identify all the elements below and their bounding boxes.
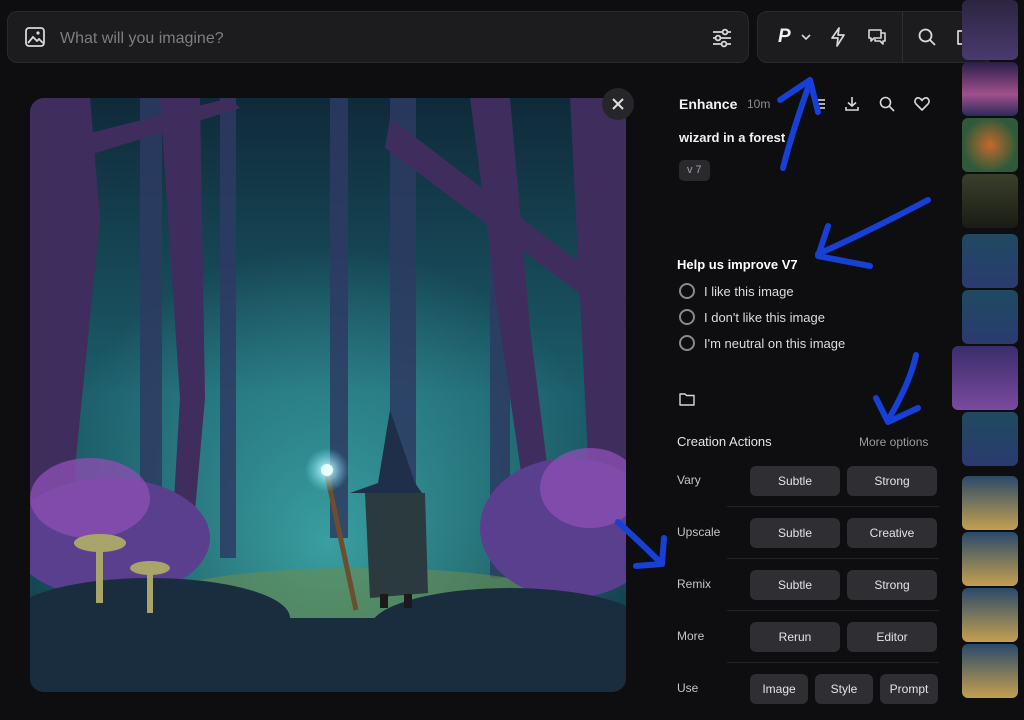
use-image-button[interactable]: Image <box>750 674 808 704</box>
remix-subtle-button[interactable]: Subtle <box>750 570 840 600</box>
row-divider <box>727 558 939 559</box>
image-detail-panel: Enhance 10m wizard in a forest v 7 Help … <box>665 80 955 720</box>
action-row-more: More Rerun Editor <box>677 617 939 663</box>
download-icon[interactable] <box>843 95 861 113</box>
row-divider <box>727 610 939 611</box>
vary-subtle-button[interactable]: Subtle <box>750 466 840 496</box>
lightning-bolt-icon[interactable] <box>827 26 849 48</box>
upscale-subtle-button[interactable]: Subtle <box>750 518 840 548</box>
search-icon[interactable] <box>917 27 937 47</box>
thumbnail[interactable] <box>962 62 1018 116</box>
action-row-label: Vary <box>677 473 701 487</box>
prompt-input[interactable] <box>58 24 682 54</box>
remix-strong-button[interactable]: Strong <box>847 570 937 600</box>
editor-button[interactable]: Editor <box>847 622 937 652</box>
personalize-button[interactable]: P <box>778 26 791 48</box>
thumbnail[interactable] <box>962 412 1018 466</box>
thumbnail[interactable] <box>962 174 1018 228</box>
feedback-option-label: I don't like this image <box>704 309 825 325</box>
action-row-upscale: Upscale Subtle Creative <box>677 513 939 559</box>
toolbar-divider <box>902 12 903 62</box>
thumbnail[interactable] <box>962 234 1018 288</box>
folder-icon[interactable] <box>679 392 695 406</box>
generated-image[interactable] <box>30 98 626 692</box>
prompt-text[interactable]: wizard in a forest <box>679 130 785 145</box>
action-row-label: Remix <box>677 577 712 591</box>
action-row-label: Upscale <box>677 525 721 539</box>
thumbnail-strip <box>952 0 1024 718</box>
radio-circle[interactable] <box>679 283 695 299</box>
action-row-label: Use <box>677 681 699 695</box>
thumbnail[interactable] <box>962 0 1018 60</box>
thumbnail[interactable] <box>962 588 1018 642</box>
chat-icon[interactable] <box>866 26 888 48</box>
action-row-use: Use Image Style Prompt <box>677 669 939 709</box>
close-button[interactable] <box>602 88 634 120</box>
rerun-button[interactable]: Rerun <box>750 622 840 652</box>
use-prompt-button[interactable]: Prompt <box>880 674 938 704</box>
image-upload-icon[interactable] <box>24 26 46 48</box>
feedback-option-neutral[interactable]: I'm neutral on this image <box>679 335 845 351</box>
settings-sliders-icon[interactable] <box>710 26 734 50</box>
version-badge: v 7 <box>679 160 710 181</box>
chevron-down-icon[interactable] <box>801 32 811 42</box>
menu-icon[interactable] <box>813 97 827 111</box>
close-icon <box>612 98 624 110</box>
creation-actions-title: Creation Actions <box>677 434 772 449</box>
feedback-option-label: I like this image <box>704 283 794 299</box>
radio-circle[interactable] <box>679 335 695 351</box>
toolbar: P <box>757 11 993 63</box>
search-icon[interactable] <box>878 95 896 113</box>
thumbnail[interactable] <box>962 476 1018 530</box>
upscale-creative-button[interactable]: Creative <box>847 518 937 548</box>
more-options-link[interactable]: More options <box>859 435 928 449</box>
row-divider <box>727 662 939 663</box>
action-row-label: More <box>677 629 705 643</box>
thumbnail[interactable] <box>962 290 1018 344</box>
feedback-option-like[interactable]: I like this image <box>679 283 794 299</box>
feedback-option-label: I'm neutral on this image <box>704 335 846 351</box>
annotation-arrow <box>633 535 667 569</box>
thumbnail[interactable] <box>962 644 1018 698</box>
thumbnail[interactable] <box>962 532 1018 586</box>
thumbnail[interactable] <box>952 346 1018 410</box>
job-title: Enhance <box>679 96 738 112</box>
vary-strong-button[interactable]: Strong <box>847 466 937 496</box>
prompt-bar <box>7 11 749 63</box>
feedback-option-dislike[interactable]: I don't like this image <box>679 309 825 325</box>
heart-icon[interactable] <box>913 95 931 113</box>
timestamp: 10m <box>747 97 771 111</box>
feedback-title: Help us improve V7 <box>677 257 798 272</box>
action-row-remix: Remix Subtle Strong <box>677 565 939 611</box>
row-divider <box>727 506 939 507</box>
radio-circle[interactable] <box>679 309 695 325</box>
use-style-button[interactable]: Style <box>815 674 873 704</box>
action-row-vary: Vary Subtle Strong <box>677 461 939 507</box>
thumbnail[interactable] <box>962 118 1018 172</box>
